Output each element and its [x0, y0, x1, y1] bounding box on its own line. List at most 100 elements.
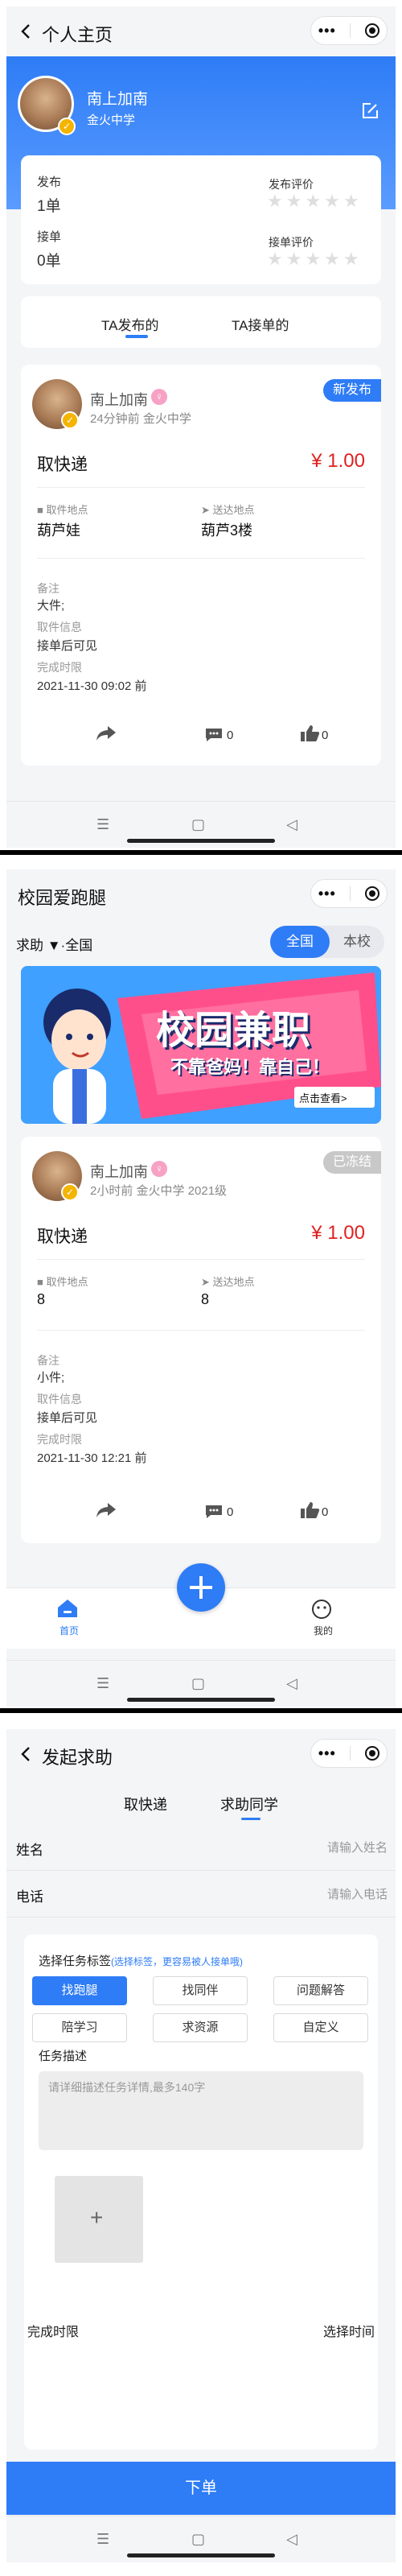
more-dots-icon[interactable]: ••• [318, 1745, 336, 1762]
active-tab-indicator [241, 1818, 260, 1820]
scope-segment: 全国 本校 [270, 926, 384, 958]
comment-count: 0 [227, 1505, 234, 1519]
more-dots-icon[interactable]: ••• [318, 23, 336, 39]
profile-tabs: TA发布的 TA接单的 [21, 296, 381, 348]
add-order-button[interactable] [177, 1563, 225, 1612]
back-arrow-icon[interactable] [18, 1744, 35, 1765]
user-name: 南上加南 [87, 91, 149, 108]
like-count: 0 [322, 1505, 329, 1519]
capsule-divider [350, 886, 351, 901]
name-row: 姓名 [6, 1824, 396, 1871]
tag-study[interactable]: 陪学习 [32, 2013, 127, 2042]
status-badge: 新发布 [322, 379, 381, 402]
tab-accepted[interactable]: TA接单的 [232, 314, 289, 334]
tab-pickup[interactable]: 取快递 [124, 1794, 167, 1814]
page-title: 个人主页 [42, 25, 113, 45]
home-tab-label[interactable]: 首页 [59, 1624, 79, 1637]
publish-value: 1单 [37, 198, 61, 215]
back-key-icon[interactable]: ◁ [286, 1675, 297, 1692]
order-card[interactable]: ✓ 南上加南 ♀ 24分钟前 金火中学 新发布 取快递 ¥ 1.00 ■ 取件地… [21, 365, 381, 766]
female-gender-icon: ♀ [151, 389, 167, 405]
task-description-input[interactable] [39, 2071, 363, 2150]
home-key-icon[interactable]: ▢ [191, 2531, 205, 2548]
deadline-label: 完成时限 [37, 1433, 82, 1446]
like-count: 0 [322, 729, 329, 742]
dropoff-value: 葫芦3楼 [201, 522, 253, 539]
screen-separator [0, 850, 402, 855]
back-arrow-icon[interactable] [18, 21, 35, 42]
close-target-icon[interactable] [365, 1746, 380, 1761]
tab-help-classmate[interactable]: 求助同学 [220, 1794, 278, 1814]
tab-published[interactable]: TA发布的 [101, 314, 158, 334]
home-key-icon[interactable]: ▢ [191, 816, 205, 833]
phone-input[interactable] [227, 1884, 388, 1905]
segment-national[interactable]: 全国 [270, 926, 330, 958]
order-type: 取快递 [37, 456, 88, 474]
back-key-icon[interactable]: ◁ [286, 816, 297, 833]
segment-school[interactable]: 本校 [330, 926, 384, 958]
screen-separator [0, 1708, 402, 1713]
tag-errand[interactable]: 找跑腿 [32, 1976, 127, 2005]
order-price: ¥ 1.00 [311, 450, 365, 472]
page-title: 校园爱跑腿 [18, 888, 107, 908]
pickup-value: 葫芦娃 [37, 522, 80, 539]
share-icon[interactable] [95, 724, 117, 747]
tags-title: 选择任务标签(选择标签，更容易被人接单哦) [39, 1955, 244, 1968]
home-tab-icon[interactable] [56, 1598, 79, 1623]
order-meta: 2小时前 金火中学 2021级 [90, 1184, 228, 1198]
more-dots-icon[interactable]: ••• [318, 886, 336, 902]
order-card[interactable]: ✓ 南上加南 ♀ 2小时前 金火中学 2021级 已冻结 取快递 ¥ 1.00 … [21, 1137, 381, 1543]
capsule-divider [350, 1746, 351, 1761]
like-icon[interactable] [299, 1501, 320, 1524]
upload-image-button[interactable]: + [55, 2176, 143, 2263]
tag-custom[interactable]: 自定义 [273, 2013, 368, 2042]
comment-icon[interactable] [204, 727, 224, 747]
active-tab-indicator [125, 335, 148, 338]
pickup-value: 8 [37, 1291, 46, 1307]
deadline-value: 2021-11-30 09:02 前 [37, 679, 147, 693]
verified-badge-icon: ✓ [61, 1183, 79, 1201]
order-type: 取快递 [37, 1228, 88, 1246]
publish-rating-stars: ★★★★★ [267, 191, 363, 211]
edit-icon[interactable] [360, 101, 379, 121]
divider [37, 1330, 365, 1331]
close-target-icon[interactable] [365, 886, 380, 901]
close-target-icon[interactable] [365, 23, 380, 38]
home-key-icon[interactable]: ▢ [191, 1675, 205, 1692]
name-input[interactable] [227, 1837, 388, 1858]
deadline-picker[interactable]: 选择时间 [323, 2321, 375, 2340]
banner-button[interactable]: 点击查看> [299, 1090, 347, 1105]
miniprogram-capsule[interactable]: ••• [310, 16, 388, 45]
order-user-name: 南上加南 [90, 392, 148, 408]
tag-companion[interactable]: 找同伴 [153, 1976, 248, 2005]
promo-banner[interactable]: 校园兼职 不靠爸妈！靠自己！ 点击查看> [21, 966, 381, 1124]
menu-key-icon[interactable]: ☰ [96, 2531, 109, 2548]
miniprogram-capsule[interactable]: ••• [310, 1739, 388, 1768]
banner-subtitle: 不靠爸妈！靠自己！ [170, 1058, 330, 1078]
back-key-icon[interactable]: ◁ [286, 2531, 297, 2548]
miniprogram-capsule[interactable]: ••• [310, 879, 388, 908]
mine-tab-icon[interactable] [310, 1598, 333, 1624]
accept-rating-stars: ★★★★★ [267, 249, 363, 269]
divider [37, 1259, 365, 1260]
submit-order-button[interactable]: 下单 [6, 2462, 396, 2515]
remark-value: 大件; [37, 599, 65, 613]
pickup-label: ■ 取件地点 [37, 504, 88, 516]
page-title: 发起求助 [42, 1748, 113, 1768]
remark-value: 小件; [37, 1371, 65, 1385]
like-icon[interactable] [299, 724, 320, 747]
menu-key-icon[interactable]: ☰ [96, 1675, 109, 1692]
mine-tab-label[interactable]: 我的 [314, 1624, 333, 1637]
accept-rating-label: 接单评价 [269, 236, 314, 249]
home-indicator [127, 1698, 275, 1702]
share-icon[interactable] [95, 1501, 117, 1524]
tag-resource[interactable]: 求资源 [153, 2013, 248, 2042]
deadline-label: 完成时限 [37, 661, 82, 674]
dropoff-label: ➤ 送达地点 [201, 1276, 255, 1288]
tag-question[interactable]: 问题解答 [273, 1976, 368, 2005]
menu-key-icon[interactable]: ☰ [96, 816, 109, 833]
filter-dropdown[interactable]: 求助 ▼·全国 [16, 934, 92, 954]
comment-icon[interactable] [204, 1504, 224, 1524]
home-indicator [127, 839, 275, 843]
request-screen: 发起求助 ••• 取快递 求助同学 姓名 电话 选择任务标签(选择标签，更容易被… [6, 1729, 396, 2562]
